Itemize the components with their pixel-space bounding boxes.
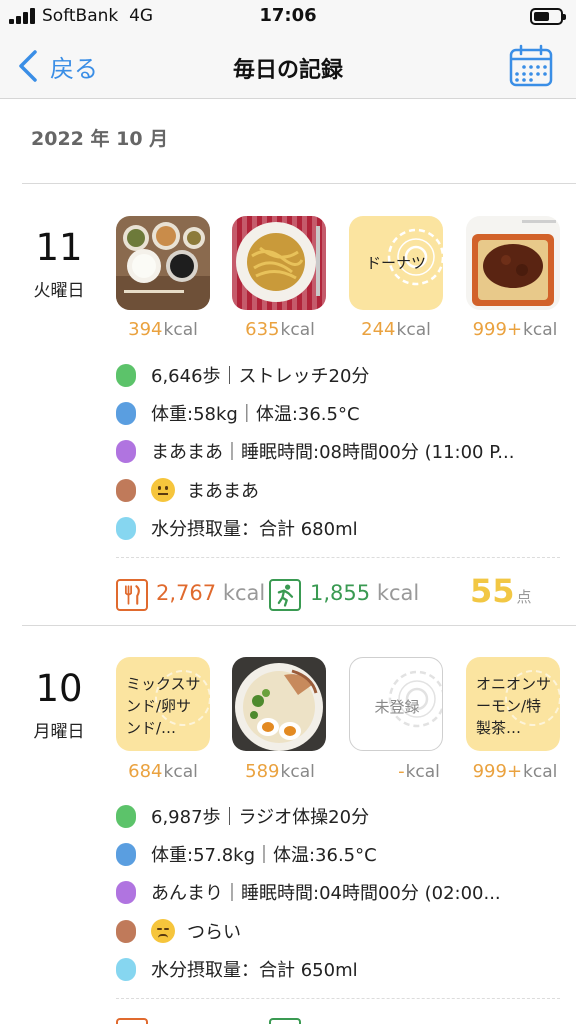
meal-photo-image	[116, 216, 210, 310]
meal-kcal: 589kcal	[245, 761, 315, 782]
water-dot	[116, 516, 136, 540]
meal-photo[interactable]	[232, 657, 326, 751]
neutral-face-icon	[151, 478, 175, 502]
activity-text: 6,646歩｜ストレッチ20分	[151, 366, 370, 387]
activity-dot	[116, 804, 136, 828]
mood-dot	[116, 478, 136, 502]
water-row: 水分摂取量：合計 650ml	[116, 954, 566, 984]
day-label: 11 火曜日	[22, 226, 96, 301]
meal-placeholder[interactable]: ドーナツ	[349, 216, 443, 310]
sleep-dot	[116, 439, 136, 463]
meal-label: ドーナツ	[365, 254, 426, 272]
meal-kcal: 394kcal	[128, 319, 198, 340]
battery-icon	[530, 8, 566, 25]
activity-row: 6,987歩｜ラジオ体操20分	[116, 801, 566, 831]
sad-face-icon	[151, 919, 175, 943]
meal-kcal: 999+kcal	[472, 319, 558, 340]
body-row: 体重:57.8kg｜体温:36.5°C	[116, 839, 566, 869]
mood-row: つらい	[116, 916, 566, 946]
day-number: 11	[35, 226, 83, 269]
meal-kcal: 999+kcal	[472, 761, 558, 782]
calendar-icon[interactable]	[508, 44, 554, 88]
sleep-text: まあまあ｜睡眠時間:08時間00分 (11:00 P...	[151, 442, 515, 463]
meal-kcal: 244kcal	[361, 319, 431, 340]
intake-total: 2,767 kcal	[156, 581, 266, 605]
status-bar: SoftBank 4G 17:06	[0, 0, 576, 34]
meal-photo-image	[466, 216, 560, 310]
page-title: 毎日の記録	[232, 58, 343, 83]
weekday: 火曜日	[33, 281, 85, 301]
meal-photo-image	[232, 216, 326, 310]
sleep-row: まあまあ｜睡眠時間:08時間00分 (11:00 P...	[116, 436, 566, 466]
day-number: 10	[35, 667, 83, 710]
meal-kcal: -kcal	[398, 761, 440, 782]
meal-photo[interactable]	[232, 216, 326, 310]
body-dot	[116, 401, 136, 425]
sleep-row: あんまり｜睡眠時間:04時間00分 (02:00...	[116, 877, 566, 907]
body-row: 体重:58kg｜体温:36.5°C	[116, 398, 566, 428]
meal-kcal: 684kcal	[128, 761, 198, 782]
meal-photo-image	[232, 657, 326, 751]
mood-row: まあまあ	[116, 475, 566, 505]
month-header: 2022 年 10 月	[31, 128, 169, 150]
meal-photo[interactable]	[116, 216, 210, 310]
divider	[116, 998, 560, 999]
divider	[22, 625, 576, 626]
daily-summary: 2,767 kcal 1,855 kcal 55 点	[116, 572, 566, 616]
sleep-dot	[116, 880, 136, 904]
body-text: 体重:58kg｜体温:36.5°C	[151, 404, 360, 425]
divider	[116, 557, 560, 558]
fork-knife-icon	[116, 579, 148, 611]
day-label: 10 月曜日	[22, 667, 96, 742]
day-score: 55 点	[470, 572, 532, 610]
meal-placeholder-empty[interactable]: 未登録	[349, 657, 443, 751]
body-text: 体重:57.8kg｜体温:36.5°C	[151, 845, 377, 866]
status-time: 17:06	[259, 5, 317, 26]
water-text: 水分摂取量：合計 680ml	[151, 519, 358, 540]
meal-label: オニオンサーモン/特製茶…	[476, 675, 552, 737]
meal-kcal: 635kcal	[245, 319, 315, 340]
meal-placeholder[interactable]: オニオンサーモン/特製茶…	[466, 657, 560, 751]
meal-placeholder[interactable]: ミックスサンド/卵サンド/…	[116, 657, 210, 751]
running-icon	[269, 579, 301, 611]
divider	[22, 183, 576, 184]
activity-row: 6,646歩｜ストレッチ20分	[116, 360, 566, 390]
water-row: 水分摂取量：合計 680ml	[116, 513, 566, 543]
fork-knife-icon	[116, 1018, 148, 1024]
mood-dot	[116, 919, 136, 943]
activity-dot	[116, 363, 136, 387]
mood-text: つらい	[187, 922, 241, 943]
burned-total: 1,855 kcal	[310, 581, 420, 605]
running-icon	[269, 1018, 301, 1024]
water-text: 水分摂取量：合計 650ml	[151, 960, 358, 981]
mood-text: まあまあ	[187, 481, 259, 502]
meal-label: 未登録	[374, 698, 420, 716]
meal-photo[interactable]	[466, 216, 560, 310]
activity-text: 6,987歩｜ラジオ体操20分	[151, 807, 370, 828]
body-dot	[116, 842, 136, 866]
water-dot	[116, 957, 136, 981]
sleep-text: あんまり｜睡眠時間:04時間00分 (02:00...	[151, 883, 501, 904]
weekday: 月曜日	[33, 722, 85, 742]
navigation-bar: 戻る 毎日の記録	[0, 34, 576, 99]
meal-label: ミックスサンド/卵サンド/…	[126, 675, 201, 737]
